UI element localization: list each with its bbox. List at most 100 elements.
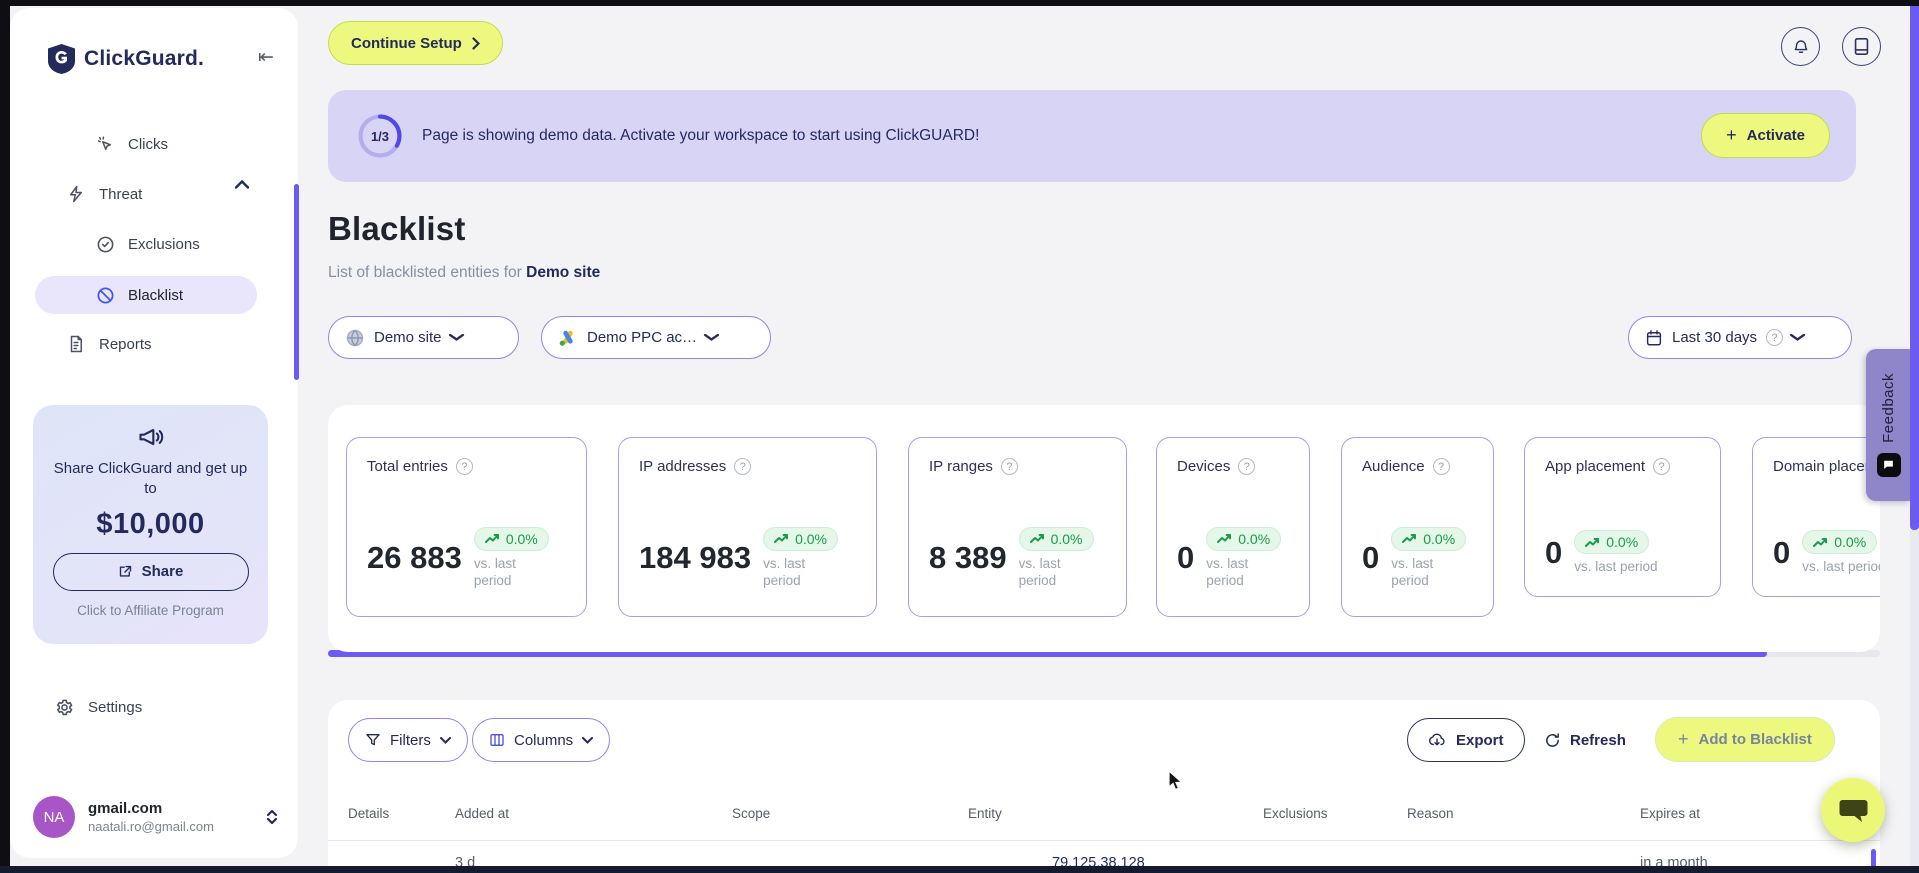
chat-launcher-button[interactable] <box>1821 778 1885 842</box>
page-title: Blacklist <box>328 210 466 247</box>
account-switcher[interactable]: NA gmail.com naatali.ro@gmail.com <box>33 796 278 838</box>
sidebar-item-exclusions[interactable]: Exclusions <box>95 229 200 259</box>
funnel-icon <box>365 732 381 748</box>
book-icon <box>1853 37 1870 56</box>
stat-label: Total entries <box>367 458 448 475</box>
stat-label: IP addresses <box>639 458 727 475</box>
promo-text: Share ClickGuard and get up to <box>53 460 248 498</box>
screen-edge-bottom <box>0 866 1919 873</box>
feedback-tab[interactable]: Feedback <box>1866 349 1911 501</box>
stat-card-app-placement: App placement? 0 0.0% vs. last period <box>1524 437 1721 597</box>
notifications-button[interactable] <box>1781 27 1820 66</box>
banner-message: Page is showing demo data. Activate your… <box>422 127 980 144</box>
filters-label: Filters <box>390 731 431 749</box>
delta-value: 0.0% <box>1050 530 1083 547</box>
sidebar-item-blacklist[interactable]: Blacklist <box>95 280 183 310</box>
stat-value: 26 883 <box>367 540 462 576</box>
delta-value: 0.0% <box>505 530 538 547</box>
clickguard-shield-icon <box>48 44 75 74</box>
trend-up-icon <box>484 534 499 544</box>
external-link-icon <box>118 564 133 579</box>
document-icon <box>66 334 86 354</box>
stat-card-total-entries: Total entries? 26 883 0.0% vs. last peri… <box>346 437 587 617</box>
column-header-added-at[interactable]: Added at <box>455 806 509 821</box>
delta-badge: 0.0% <box>1802 530 1878 555</box>
account-email: naatali.ro@gmail.com <box>88 819 214 834</box>
sidebar-item-label: Reports <box>99 335 152 353</box>
sidebar-item-label: Blacklist <box>128 286 184 304</box>
stat-label: App placement <box>1545 458 1646 475</box>
affiliate-promo-card[interactable]: Share ClickGuard and get up to $10,000 S… <box>33 405 268 644</box>
export-button[interactable]: Export <box>1407 718 1525 762</box>
chevron-up-icon[interactable] <box>235 180 249 189</box>
refresh-button[interactable]: Refresh <box>1544 718 1626 762</box>
stat-label: Audience <box>1362 458 1425 475</box>
stat-value: 0 <box>1545 535 1563 571</box>
table-header-row: Details Added at Scope Entity Exclusions… <box>328 798 1880 830</box>
page-scrollbar-thumb[interactable] <box>1910 0 1919 530</box>
account-name: gmail.com <box>88 800 163 817</box>
screen-edge-left <box>0 0 10 873</box>
help-icon[interactable]: ? <box>1238 458 1256 475</box>
column-header-scope[interactable]: Scope <box>732 806 770 821</box>
docs-button[interactable] <box>1842 27 1881 66</box>
stat-card-devices: Devices? 0 0.0% vs. last period <box>1156 437 1310 617</box>
site-selector[interactable]: Demo site <box>328 316 519 359</box>
delta-badge: 0.0% <box>473 526 549 551</box>
stat-note: vs. last period <box>763 555 806 589</box>
chevron-right-icon <box>472 36 480 50</box>
stat-value: 8 389 <box>929 540 1007 576</box>
help-icon[interactable]: ? <box>455 458 473 475</box>
column-header-details[interactable]: Details <box>348 806 389 821</box>
page-subtitle: List of blacklisted entities for Demo si… <box>328 264 600 282</box>
megaphone-icon <box>137 423 165 451</box>
ppc-account-selector[interactable]: Demo PPC ac… <box>541 316 771 359</box>
stat-label: Domain placement <box>1773 458 1880 475</box>
sidebar-item-clicks[interactable]: Clicks <box>95 129 168 159</box>
promo-amount: $10,000 <box>96 507 205 540</box>
sidebar-item-settings[interactable]: Settings <box>55 698 142 717</box>
screen-edge-top <box>0 0 1919 6</box>
stat-value: 184 983 <box>639 540 752 576</box>
column-header-reason[interactable]: Reason <box>1407 806 1454 821</box>
sidebar-scrollbar[interactable] <box>294 184 299 380</box>
help-icon[interactable]: ? <box>1432 458 1450 475</box>
column-header-entity[interactable]: Entity <box>968 806 1002 821</box>
filters-button[interactable]: Filters <box>348 718 468 762</box>
help-icon[interactable]: ? <box>734 458 752 475</box>
sidebar-item-reports[interactable]: Reports <box>66 329 152 359</box>
setup-progress-ring: 1/3 <box>358 114 402 158</box>
stat-card-audience: Audience? 0 0.0% vs. last period <box>1341 437 1494 617</box>
share-button[interactable]: Share <box>52 552 249 591</box>
promo-note: Click to Affiliate Program <box>77 602 224 618</box>
export-label: Export <box>1456 731 1504 749</box>
google-ads-icon <box>558 328 578 348</box>
stat-note: vs. last period <box>1391 555 1434 589</box>
date-range-selector[interactable]: Last 30 days ? <box>1628 316 1852 359</box>
columns-button[interactable]: Columns <box>472 718 611 762</box>
stat-label: IP ranges <box>929 458 993 475</box>
sidebar-collapse-icon[interactable]: ⇤ <box>258 46 274 69</box>
stat-note: vs. last period <box>1206 555 1249 589</box>
logo[interactable]: ClickGuard. <box>48 44 204 74</box>
delta-badge: 0.0% <box>1206 526 1282 551</box>
chevron-down-icon <box>439 736 451 744</box>
column-header-exclusions[interactable]: Exclusions <box>1263 806 1328 821</box>
stat-note: vs. last period <box>1018 555 1061 589</box>
continue-setup-button[interactable]: Continue Setup <box>328 21 503 65</box>
chevron-updown-icon[interactable] <box>266 809 278 825</box>
sidebar-item-threat[interactable]: Threat <box>66 179 142 209</box>
plus-icon: + <box>1678 729 1689 749</box>
stat-card-domain-placement: Domain placement? 0 0.0% vs. last period <box>1752 437 1880 597</box>
add-to-blacklist-label: Add to Blacklist <box>1698 731 1812 748</box>
date-range-value: Last 30 days <box>1672 329 1758 346</box>
activate-button[interactable]: + Activate <box>1701 113 1830 158</box>
stat-value: 0 <box>1177 540 1195 576</box>
help-icon[interactable]: ? <box>1653 458 1671 475</box>
sidebar-item-label: Threat <box>99 185 143 203</box>
help-icon[interactable]: ? <box>1000 458 1018 475</box>
site-selector-value: Demo site <box>374 329 442 346</box>
add-to-blacklist-button[interactable]: + Add to Blacklist <box>1655 717 1835 762</box>
column-header-expires-at[interactable]: Expires at <box>1640 806 1700 821</box>
subtitle-prefix: List of blacklisted entities for <box>328 264 527 281</box>
